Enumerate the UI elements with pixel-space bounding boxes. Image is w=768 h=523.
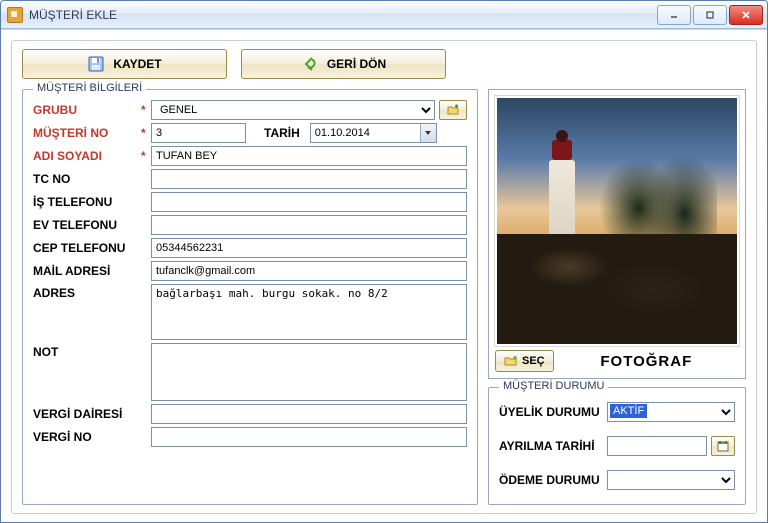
musteri-no-input[interactable]	[151, 123, 246, 143]
inner-panel: KAYDET GERİ DÖN MÜŞTERİ BİLGİLERİ	[11, 40, 757, 514]
folder-plus-icon	[446, 103, 460, 117]
photo-caption: FOTOĞRAF	[554, 353, 739, 370]
label-uyelik-durumu: ÜYELİK DURUMU	[499, 405, 607, 419]
uyelik-durumu-combo[interactable]	[607, 402, 735, 422]
photo-select-button[interactable]: SEÇ	[495, 350, 554, 372]
titlebar: MÜŞTERİ EKLE	[1, 1, 767, 29]
is-telefonu-input[interactable]	[151, 192, 467, 212]
vergi-dairesi-input[interactable]	[151, 404, 467, 424]
customer-status-fieldset: MÜŞTERİ DURUMU ÜYELİK DURUMU AKTİF AYRIL…	[488, 387, 746, 505]
not-input[interactable]	[151, 343, 467, 401]
save-icon	[87, 55, 105, 73]
label-musteri-no: MÜŞTERİ NO	[33, 126, 141, 140]
label-ev-tel: EV TELEFONU	[33, 218, 141, 232]
folder-open-icon	[504, 354, 518, 368]
label-adi-soyadi: ADI SOYADI	[33, 149, 141, 163]
back-button-label: GERİ DÖN	[327, 57, 386, 71]
label-ayrilma-tarihi: AYRILMA TARİHİ	[499, 439, 607, 453]
back-button[interactable]: GERİ DÖN	[241, 49, 446, 79]
ayrilma-calendar-button[interactable]	[711, 436, 735, 456]
tarih-input[interactable]	[310, 123, 437, 143]
app-icon	[7, 7, 23, 23]
label-vergi-dairesi: VERGİ DAİRESİ	[33, 407, 141, 421]
save-button[interactable]: KAYDET	[22, 49, 227, 79]
photo-select-label: SEÇ	[522, 355, 545, 367]
maximize-button[interactable]	[693, 5, 727, 25]
calendar-icon	[716, 439, 730, 453]
photo-frame: SEÇ FOTOĞRAF	[488, 89, 746, 379]
customer-info-fieldset: MÜŞTERİ BİLGİLERİ GRUBU * GENEL	[22, 89, 478, 505]
back-arrow-icon	[301, 55, 319, 73]
label-not: NOT	[33, 343, 141, 359]
close-button[interactable]	[729, 5, 763, 25]
minimize-button[interactable]	[657, 5, 691, 25]
label-grubu: GRUBU	[33, 103, 141, 117]
mail-input[interactable]	[151, 261, 467, 281]
ev-telefonu-input[interactable]	[151, 215, 467, 235]
grubu-add-button[interactable]	[439, 100, 467, 120]
label-tarih: TARİH	[264, 126, 300, 140]
save-button-label: KAYDET	[113, 57, 161, 71]
label-tc-no: TC NO	[33, 172, 141, 186]
tc-no-input[interactable]	[151, 169, 467, 189]
app-window: MÜŞTERİ EKLE	[0, 0, 768, 523]
label-mail: MAİL ADRESİ	[33, 264, 141, 278]
ayrilma-tarihi-input[interactable]	[607, 436, 707, 456]
label-vergi-no: VERGİ NO	[33, 430, 141, 444]
chevron-down-icon	[424, 129, 432, 137]
customer-photo	[495, 96, 739, 346]
content-area: KAYDET GERİ DÖN MÜŞTERİ BİLGİLERİ	[1, 29, 767, 522]
label-is-tel: İŞ TELEFONU	[33, 195, 141, 209]
grubu-combo[interactable]: GENEL	[151, 100, 435, 120]
tarih-dropdown-button[interactable]	[420, 124, 436, 142]
adi-soyadi-input[interactable]	[151, 146, 467, 166]
customer-status-legend: MÜŞTERİ DURUMU	[499, 380, 608, 392]
label-cep-tel: CEP TELEFONU	[33, 241, 141, 255]
odeme-durumu-combo[interactable]	[607, 470, 735, 490]
label-adres: ADRES	[33, 284, 141, 300]
adres-input[interactable]	[151, 284, 467, 340]
cep-telefonu-input[interactable]	[151, 238, 467, 258]
label-odeme-durumu: ÖDEME DURUMU	[499, 473, 607, 487]
required-star: *	[141, 103, 151, 117]
vergi-no-input[interactable]	[151, 427, 467, 447]
window-title: MÜŞTERİ EKLE	[29, 8, 117, 22]
customer-info-legend: MÜŞTERİ BİLGİLERİ	[33, 82, 146, 94]
